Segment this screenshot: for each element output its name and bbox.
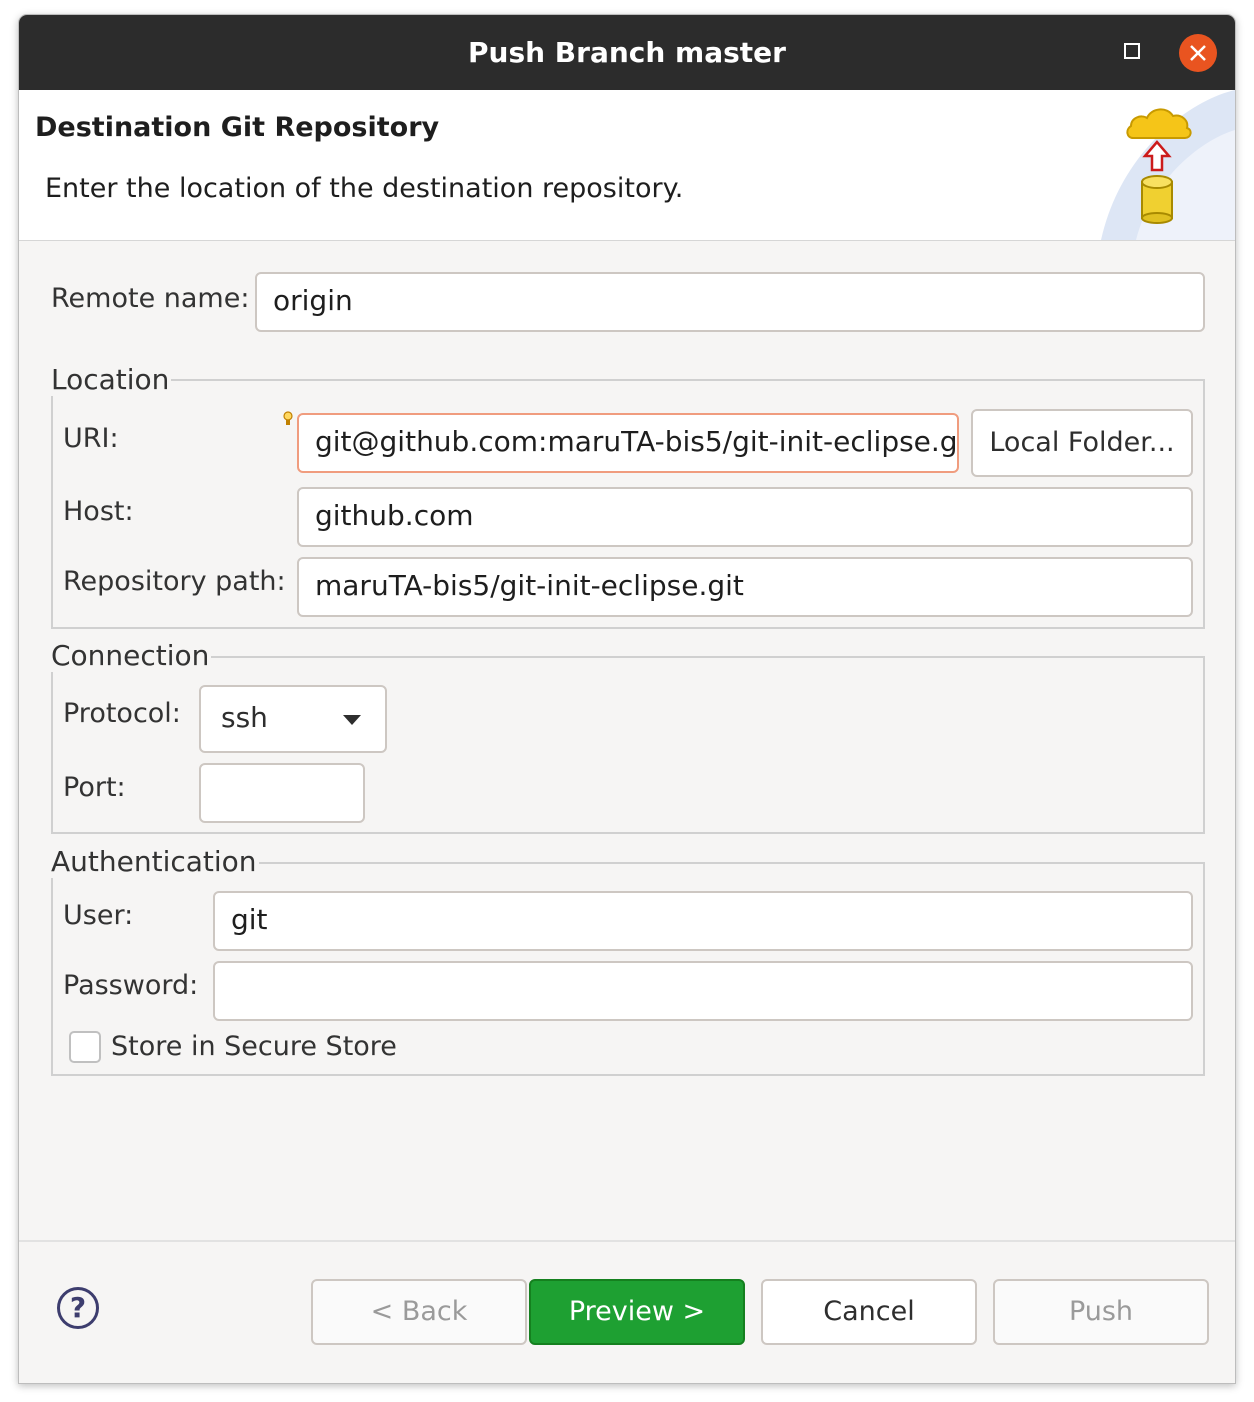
page-description: Enter the location of the destination re… [45, 173, 684, 204]
protocol-value: ssh [221, 701, 268, 734]
host-label: Host: [63, 496, 134, 527]
host-input[interactable]: github.com [297, 487, 1193, 547]
uri-input[interactable]: git@github.com:maruTA-bis5/git-init-ecli… [297, 413, 959, 473]
store-secure-label[interactable]: Store in Secure Store [111, 1031, 397, 1062]
user-input[interactable]: git [213, 891, 1193, 951]
push-button[interactable]: Push [993, 1279, 1209, 1345]
push-branch-dialog: Push Branch master Destination Git Repos… [18, 14, 1236, 1384]
title-bar[interactable]: Push Branch master [19, 15, 1235, 90]
maximize-icon [1124, 43, 1140, 59]
local-folder-button[interactable]: Local Folder... [971, 409, 1193, 477]
push-to-cloud-icon [1081, 90, 1235, 240]
chevron-down-icon [343, 715, 361, 725]
repository-path-input[interactable]: maruTA-bis5/git-init-eclipse.git [297, 557, 1193, 617]
user-label: User: [63, 900, 134, 931]
footer-separator [19, 1240, 1235, 1242]
remote-name-label: Remote name: [51, 283, 250, 314]
maximize-button[interactable] [1120, 39, 1146, 65]
remote-name-input[interactable]: origin [255, 272, 1205, 332]
port-label: Port: [63, 772, 126, 803]
close-button[interactable] [1179, 34, 1217, 72]
protocol-select[interactable]: ssh [199, 685, 387, 753]
password-input[interactable] [213, 961, 1193, 1021]
connection-legend: Connection [51, 639, 212, 672]
port-input[interactable] [199, 763, 365, 823]
content-assist-icon [283, 411, 293, 427]
repository-path-label: Repository path: [63, 566, 286, 597]
help-icon[interactable]: ? [57, 1287, 99, 1329]
password-label: Password: [63, 970, 199, 1001]
window-title: Push Branch master [468, 36, 786, 69]
back-button[interactable]: < Back [311, 1279, 527, 1345]
cancel-button[interactable]: Cancel [761, 1279, 977, 1345]
uri-label: URI: [63, 423, 119, 454]
wizard-header: Destination Git Repository Enter the loc… [19, 90, 1235, 241]
authentication-legend: Authentication [51, 845, 259, 878]
protocol-label: Protocol: [63, 698, 181, 729]
close-icon [1190, 45, 1206, 61]
store-secure-checkbox[interactable] [69, 1031, 101, 1063]
location-legend: Location [51, 363, 172, 396]
preview-button[interactable]: Preview > [529, 1279, 745, 1345]
page-title: Destination Git Repository [35, 112, 440, 143]
